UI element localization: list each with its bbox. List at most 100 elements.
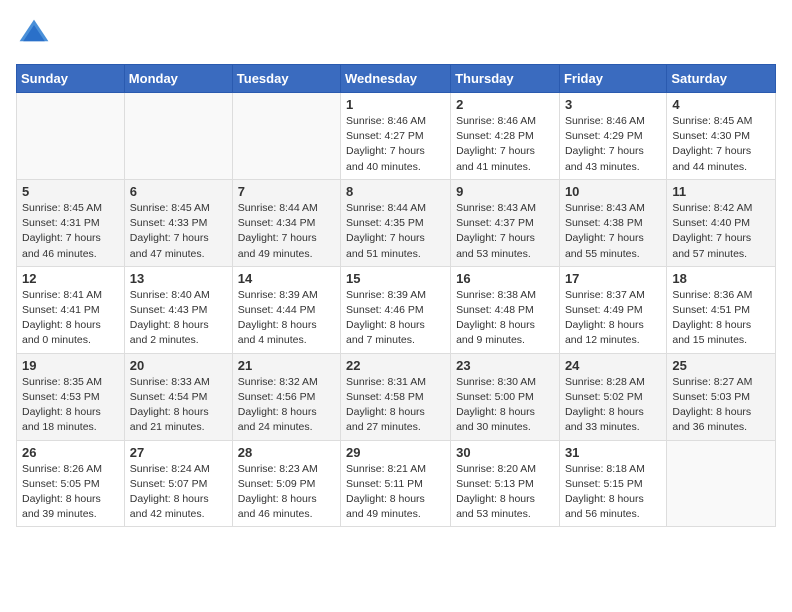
calendar-cell: 29Sunrise: 8:21 AM Sunset: 5:11 PM Dayli… [341,440,451,527]
calendar-cell: 20 Sunrise: 8:33 AM Sunset: 4:54 PM Dayli… [124,353,232,440]
calendar-cell: 8 Sunrise: 8:44 AM Sunset: 4:35 PM Daylig… [341,179,451,266]
calendar-cell: 14 Sunrise: 8:39 AM Sunset: 4:44 PM Dayli… [232,266,340,353]
cell-text: Sunrise: 8:42 AM Sunset: 4:40 PM Dayligh… [672,201,770,262]
cell-text: Sunrise: 8:45 AM Sunset: 4:33 PM Dayligh… [130,201,227,262]
calendar-cell: 10 Sunrise: 8:43 AM Sunset: 4:38 PM Dayli… [559,179,666,266]
day-number: 10 [565,184,661,199]
calendar-cell: 6 Sunrise: 8:45 AM Sunset: 4:33 PM Daylig… [124,179,232,266]
cell-text: Sunrise: 8:43 AM Sunset: 4:38 PM Dayligh… [565,201,661,262]
week-row-4: 19 Sunrise: 8:35 AM Sunset: 4:53 PM Dayli… [17,353,776,440]
weekday-header-tuesday: Tuesday [232,65,340,93]
cell-text: Sunrise: 8:24 AM Sunset: 5:07 PM Dayligh… [130,462,227,523]
cell-text: Sunrise: 8:33 AM Sunset: 4:54 PM Dayligh… [130,375,227,436]
day-number: 20 [130,358,227,373]
cell-text: Sunrise: 8:40 AM Sunset: 4:43 PM Dayligh… [130,288,227,349]
calendar-cell [232,93,340,180]
calendar-cell [667,440,776,527]
weekday-header-monday: Monday [124,65,232,93]
calendar-cell: 9Sunrise: 8:43 AM Sunset: 4:37 PM Daylig… [451,179,560,266]
weekday-header-friday: Friday [559,65,666,93]
day-number: 18 [672,271,770,286]
cell-text: Sunrise: 8:39 AM Sunset: 4:46 PM Dayligh… [346,288,445,349]
calendar-cell: 30 Sunrise: 8:20 AM Sunset: 5:13 PM Dayli… [451,440,560,527]
calendar-cell: 24Sunrise: 8:28 AM Sunset: 5:02 PM Dayli… [559,353,666,440]
day-number: 12 [22,271,119,286]
day-number: 7 [238,184,335,199]
day-number: 1 [346,97,445,112]
cell-text: Sunrise: 8:31 AM Sunset: 4:58 PM Dayligh… [346,375,445,436]
cell-text: Sunrise: 8:41 AM Sunset: 4:41 PM Dayligh… [22,288,119,349]
calendar-cell: 13 Sunrise: 8:40 AM Sunset: 4:43 PM Dayli… [124,266,232,353]
weekday-header-row: SundayMondayTuesdayWednesdayThursdayFrid… [17,65,776,93]
day-number: 3 [565,97,661,112]
weekday-header-wednesday: Wednesday [341,65,451,93]
calendar-cell: 22 Sunrise: 8:31 AM Sunset: 4:58 PM Dayli… [341,353,451,440]
calendar-cell: 25 Sunrise: 8:27 AM Sunset: 5:03 PM Dayli… [667,353,776,440]
calendar-cell: 3 Sunrise: 8:46 AM Sunset: 4:29 PM Daylig… [559,93,666,180]
calendar-cell: 16Sunrise: 8:38 AM Sunset: 4:48 PM Dayli… [451,266,560,353]
calendar-cell: 18 Sunrise: 8:36 AM Sunset: 4:51 PM Dayli… [667,266,776,353]
cell-text: Sunrise: 8:36 AM Sunset: 4:51 PM Dayligh… [672,288,770,349]
day-number: 14 [238,271,335,286]
day-number: 13 [130,271,227,286]
day-number: 17 [565,271,661,286]
day-number: 22 [346,358,445,373]
day-number: 5 [22,184,119,199]
cell-text: Sunrise: 8:35 AM Sunset: 4:53 PM Dayligh… [22,375,119,436]
cell-text: Sunrise: 8:28 AM Sunset: 5:02 PM Dayligh… [565,375,661,436]
calendar-cell: 26 Sunrise: 8:26 AM Sunset: 5:05 PM Dayli… [17,440,125,527]
weekday-header-thursday: Thursday [451,65,560,93]
calendar-table: SundayMondayTuesdayWednesdayThursdayFrid… [16,64,776,527]
calendar-cell: 5 Sunrise: 8:45 AM Sunset: 4:31 PM Daylig… [17,179,125,266]
day-number: 31 [565,445,661,460]
day-number: 16 [456,271,554,286]
day-number: 27 [130,445,227,460]
day-number: 11 [672,184,770,199]
calendar-cell: 12 Sunrise: 8:41 AM Sunset: 4:41 PM Dayli… [17,266,125,353]
weekday-header-saturday: Saturday [667,65,776,93]
calendar-cell: 19 Sunrise: 8:35 AM Sunset: 4:53 PM Dayli… [17,353,125,440]
cell-text: Sunrise: 8:46 AM Sunset: 4:29 PM Dayligh… [565,114,661,175]
calendar-cell: 7 Sunrise: 8:44 AM Sunset: 4:34 PM Daylig… [232,179,340,266]
calendar-cell: 31Sunrise: 8:18 AM Sunset: 5:15 PM Dayli… [559,440,666,527]
cell-text: Sunrise: 8:44 AM Sunset: 4:34 PM Dayligh… [238,201,335,262]
day-number: 6 [130,184,227,199]
cell-text: Sunrise: 8:27 AM Sunset: 5:03 PM Dayligh… [672,375,770,436]
calendar-cell: 27 Sunrise: 8:24 AM Sunset: 5:07 PM Dayli… [124,440,232,527]
day-number: 8 [346,184,445,199]
week-row-5: 26 Sunrise: 8:26 AM Sunset: 5:05 PM Dayli… [17,440,776,527]
cell-text: Sunrise: 8:32 AM Sunset: 4:56 PM Dayligh… [238,375,335,436]
week-row-3: 12 Sunrise: 8:41 AM Sunset: 4:41 PM Dayli… [17,266,776,353]
calendar-cell: 11 Sunrise: 8:42 AM Sunset: 4:40 PM Dayli… [667,179,776,266]
day-number: 26 [22,445,119,460]
calendar-cell: 28Sunrise: 8:23 AM Sunset: 5:09 PM Dayli… [232,440,340,527]
calendar-cell: 21 Sunrise: 8:32 AM Sunset: 4:56 PM Dayli… [232,353,340,440]
calendar-cell: 23 Sunrise: 8:30 AM Sunset: 5:00 PM Dayli… [451,353,560,440]
cell-text: Sunrise: 8:30 AM Sunset: 5:00 PM Dayligh… [456,375,554,436]
cell-text: Sunrise: 8:44 AM Sunset: 4:35 PM Dayligh… [346,201,445,262]
cell-text: Sunrise: 8:46 AM Sunset: 4:28 PM Dayligh… [456,114,554,175]
day-number: 23 [456,358,554,373]
day-number: 21 [238,358,335,373]
cell-text: Sunrise: 8:21 AM Sunset: 5:11 PM Dayligh… [346,462,445,523]
day-number: 30 [456,445,554,460]
logo [16,16,56,52]
calendar-cell: 15 Sunrise: 8:39 AM Sunset: 4:46 PM Dayli… [341,266,451,353]
day-number: 25 [672,358,770,373]
cell-text: Sunrise: 8:37 AM Sunset: 4:49 PM Dayligh… [565,288,661,349]
cell-text: Sunrise: 8:39 AM Sunset: 4:44 PM Dayligh… [238,288,335,349]
cell-text: Sunrise: 8:45 AM Sunset: 4:31 PM Dayligh… [22,201,119,262]
cell-text: Sunrise: 8:20 AM Sunset: 5:13 PM Dayligh… [456,462,554,523]
page-header [16,16,776,52]
calendar-cell: 2 Sunrise: 8:46 AM Sunset: 4:28 PM Daylig… [451,93,560,180]
calendar-cell [124,93,232,180]
logo-icon [16,16,52,52]
calendar-cell [17,93,125,180]
day-number: 2 [456,97,554,112]
day-number: 15 [346,271,445,286]
calendar-cell: 4Sunrise: 8:45 AM Sunset: 4:30 PM Daylig… [667,93,776,180]
cell-text: Sunrise: 8:45 AM Sunset: 4:30 PM Dayligh… [672,114,770,175]
cell-text: Sunrise: 8:26 AM Sunset: 5:05 PM Dayligh… [22,462,119,523]
day-number: 19 [22,358,119,373]
weekday-header-sunday: Sunday [17,65,125,93]
